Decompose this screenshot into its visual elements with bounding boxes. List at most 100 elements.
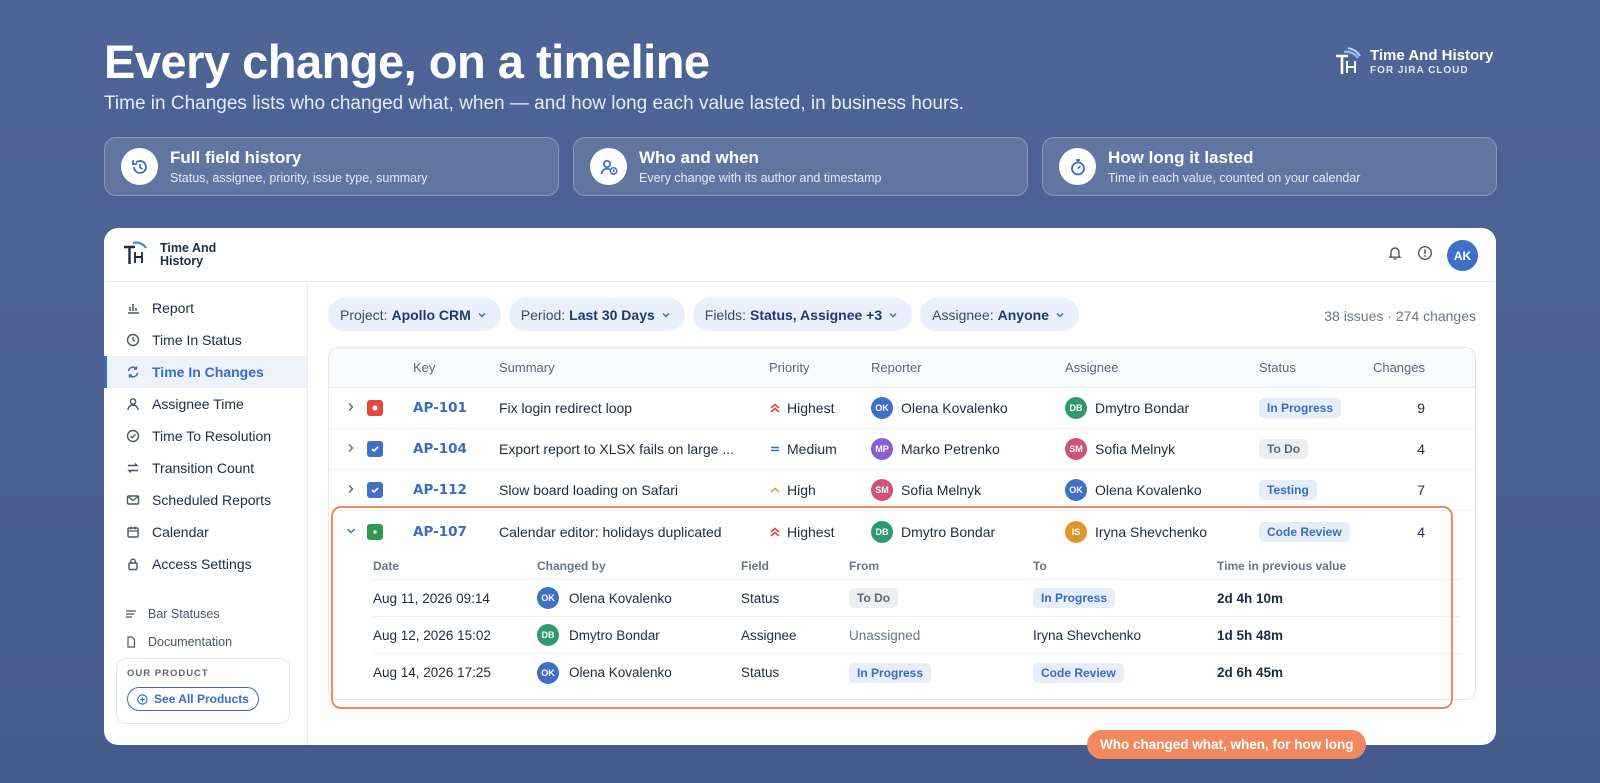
status-badge: Code Review (1259, 521, 1350, 542)
user-clock-icon (590, 148, 627, 185)
assignee-name: Sofia Melnyk (1095, 441, 1176, 457)
changed-by: Dmytro Bondar (569, 627, 660, 643)
sidebar-item-assignee-time[interactable]: Assignee Time (104, 388, 307, 420)
info-icon[interactable] (1417, 245, 1433, 266)
sidebar-item-label: Documentation (148, 635, 233, 649)
plus-circle-icon (137, 693, 148, 705)
sidebar-item-label: Time In Status (152, 332, 242, 348)
task-icon (367, 441, 383, 457)
col-changes[interactable]: Changes (1369, 360, 1437, 375)
check-circle-icon (126, 429, 140, 443)
history-row: Aug 14, 2026 17:25 OK Olena Kovalenko Sta… (373, 654, 1461, 691)
table-row[interactable]: AP-101 Fix login redirect loop Highest O… (329, 388, 1475, 429)
sidebar-item-report[interactable]: Report (104, 292, 307, 324)
avatar: DB (871, 520, 893, 543)
priority-highest-icon (770, 526, 780, 537)
bell-icon[interactable] (1387, 245, 1403, 266)
issue-key[interactable]: AP-101 (413, 400, 499, 416)
change-count: 4 (1417, 523, 1425, 540)
sidebar-item-label: Calendar (152, 524, 209, 540)
priority-highest-icon (770, 403, 780, 413)
table-header: Key Summary Priority Reporter Assignee S… (329, 348, 1475, 388)
table-row-expanded[interactable]: AP-107 Calendar editor: holidays duplica… (329, 511, 1475, 552)
col-reporter[interactable]: Reporter (871, 360, 1065, 375)
feature-title: How long it lasted (1108, 148, 1254, 167)
calendar-icon (126, 525, 140, 539)
filter-assignee[interactable]: Assignee: Anyone (920, 298, 1079, 331)
issue-key[interactable]: AP-107 (413, 524, 499, 540)
chevron-down-icon (889, 312, 897, 318)
app-logo-name: Time And History (160, 241, 216, 268)
sidebar-item-label: Scheduled Reports (152, 492, 272, 508)
changed-by: Olena Kovalenko (569, 590, 672, 606)
filter-label: Period: (520, 306, 566, 323)
swap-icon (126, 461, 140, 475)
sidebar-item-documentation[interactable]: Documentation (104, 628, 307, 656)
filter-label: Project: (340, 306, 388, 323)
sidebar-item-label: Assignee Time (152, 396, 244, 412)
feature-card-history: Full field history Status, assignee, prio… (104, 137, 559, 196)
see-all-products-button[interactable]: See All Products (127, 687, 259, 711)
col-summary[interactable]: Summary (499, 360, 769, 375)
sidebar-item-access-settings[interactable]: Access Settings (104, 548, 307, 580)
sidebar-item-label: Access Settings (152, 556, 252, 572)
time-in-value: 1d 5h 48m (1217, 627, 1284, 643)
filter-value: Apollo CRM (391, 306, 471, 323)
chevron-right-icon[interactable] (329, 400, 367, 416)
filter-fields[interactable]: Fields: Status, Assignee +3 (692, 298, 913, 331)
main-content: Project: Apollo CRM Period: Last 30 Days F… (328, 282, 1476, 709)
filter-value: Anyone (997, 306, 1049, 323)
history-row: Aug 12, 2026 15:02 DB Dmytro Bondar Assig… (373, 617, 1461, 654)
filter-period[interactable]: Period: Last 30 Days (508, 298, 685, 331)
table-row[interactable]: AP-112 Slow board loading on Safari High… (329, 470, 1475, 511)
filter-value: Last 30 Days (569, 306, 655, 323)
priority-label: Highest (787, 400, 835, 416)
brand-sub: FOR JIRA CLOUD (1370, 64, 1469, 76)
reporter-name: Dmytro Bondar (901, 523, 996, 540)
reporter-name: Sofia Melnyk (901, 482, 982, 498)
to-value: Iryna Shevchenko (1033, 627, 1142, 643)
chevron-down-icon[interactable] (329, 524, 367, 540)
reporter-name: Olena Kovalenko (901, 400, 1008, 416)
issue-key[interactable]: AP-104 (413, 441, 499, 457)
sidebar-item-time-to-resolution[interactable]: Time To Resolution (104, 420, 307, 452)
sidebar-item-transition-count[interactable]: Transition Count (104, 452, 307, 484)
sidebar-item-time-in-status[interactable]: Time In Status (104, 324, 307, 356)
sidebar-item-scheduled-reports[interactable]: Scheduled Reports (104, 484, 307, 516)
callout-badge: Who changed what, when, for how long (1087, 730, 1367, 759)
issue-key[interactable]: AP-112 (413, 482, 499, 498)
history-col-date: Date (373, 558, 400, 573)
brand-logo-icon (1334, 44, 1362, 78)
sidebar-item-time-in-changes[interactable]: Time In Changes (104, 356, 307, 388)
assignee-name: Dmytro Bondar (1095, 400, 1190, 416)
col-key[interactable]: Key (413, 360, 499, 375)
chevron-right-icon[interactable] (329, 441, 367, 457)
avatar: OK (537, 661, 559, 684)
sidebar-item-label: Transition Count (152, 460, 255, 476)
filter-project[interactable]: Project: Apollo CRM (328, 298, 501, 331)
history-col-field: Field (741, 558, 770, 573)
user-avatar[interactable]: AK (1447, 240, 1478, 271)
sidebar-item-calendar[interactable]: Calendar (104, 516, 307, 548)
brand: Time And History FOR JIRA CLOUD (1334, 44, 1493, 78)
to-value: In Progress (1033, 588, 1116, 608)
col-assignee[interactable]: Assignee (1065, 360, 1259, 375)
to-value: Code Review (1033, 662, 1124, 683)
reporter-name: Marko Petrenko (901, 441, 1000, 457)
change-history: Date Changed by Field From To Time in pr… (329, 552, 1475, 699)
chevron-right-icon[interactable] (329, 482, 367, 498)
sidebar-item-bar-statuses[interactable]: Bar Statuses (104, 600, 307, 628)
brand-name: Time And History (1370, 46, 1494, 64)
chevron-down-icon (662, 312, 670, 318)
col-priority[interactable]: Priority (769, 360, 871, 375)
issue-summary: Slow board loading on Safari (499, 482, 679, 498)
from-value: Unassigned (849, 627, 921, 643)
history-row: Aug 11, 2026 09:14 OK Olena Kovalenko Sta… (373, 580, 1461, 617)
col-status[interactable]: Status (1259, 360, 1369, 375)
avatar: DB (537, 624, 559, 646)
table-row[interactable]: AP-104 Export report to XLSX fails on la… (329, 429, 1475, 470)
sidebar-item-label: Bar Statuses (148, 607, 220, 621)
task-icon (367, 482, 383, 498)
document-icon (124, 635, 138, 649)
bar-chart-icon (126, 301, 140, 315)
